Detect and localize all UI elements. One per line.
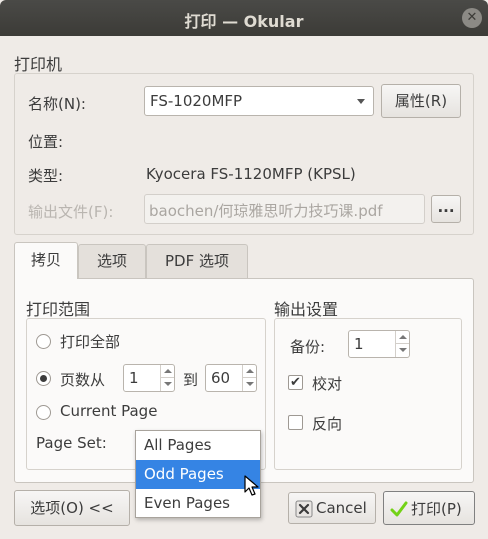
tab-copies[interactable]: 拷贝 (14, 242, 78, 279)
all-pages-radio[interactable] (36, 334, 51, 349)
from-page-value: 1 (129, 369, 139, 387)
reverse-label[interactable]: 反向 (312, 413, 342, 434)
print-range-title: 打印范围 (26, 300, 91, 319)
page-set-option-odd[interactable]: Odd Pages (136, 460, 260, 489)
output-file-field[interactable]: baochen/何琼雅思听力技巧课.pdf (144, 194, 425, 224)
page-set-label: Page Set: (36, 434, 107, 452)
browse-button[interactable]: ... (431, 195, 461, 223)
copies-value: 1 (354, 335, 364, 353)
print-label: 打印(P) (411, 500, 462, 518)
current-page-radio[interactable] (36, 405, 51, 420)
printer-section-title: 打印机 (14, 55, 63, 74)
location-label: 位置: (28, 133, 64, 151)
spin-up-icon[interactable] (242, 365, 256, 378)
copies-spinbox[interactable]: 1 (348, 330, 410, 358)
spin-up-icon[interactable] (160, 365, 174, 378)
cancel-button[interactable]: Cancel (288, 492, 376, 524)
mouse-cursor-icon (244, 475, 259, 496)
window-titlebar[interactable]: 打印 — Okular ✕ (0, 0, 488, 36)
options-toggle-button[interactable]: 选项(O) << (14, 490, 130, 526)
page-set-option-all[interactable]: All Pages (136, 431, 260, 460)
spin-down-icon[interactable] (242, 378, 256, 391)
pages-from-radio[interactable] (36, 371, 51, 386)
printer-name-combo[interactable]: FS-1020MFP (144, 86, 374, 116)
printer-name-value: FS-1020MFP (150, 92, 243, 110)
spin-up-icon[interactable] (395, 331, 409, 344)
collate-checkbox[interactable]: ✔ (288, 375, 303, 390)
print-button[interactable]: 打印(P) (383, 491, 475, 525)
all-pages-label[interactable]: 打印全部 (60, 331, 120, 352)
to-label: 到 (183, 371, 199, 389)
chevron-down-icon (357, 99, 365, 104)
cancel-label: Cancel (316, 499, 367, 517)
output-file-value: baochen/何琼雅思听力技巧课.pdf (149, 202, 383, 220)
properties-button[interactable]: 属性(R) (381, 84, 461, 118)
tab-options[interactable]: 选项 (78, 244, 146, 278)
copies-label: 备份: (290, 338, 326, 356)
window-title: 打印 — Okular (184, 12, 304, 31)
checkmark-icon (390, 501, 408, 517)
close-icon[interactable]: ✕ (462, 8, 482, 28)
page-set-option-even[interactable]: Even Pages (136, 489, 260, 518)
spin-down-icon[interactable] (395, 344, 409, 357)
output-settings-title: 输出设置 (274, 300, 339, 319)
tab-pdf-options[interactable]: PDF 选项 (146, 244, 248, 278)
type-label: 类型: (28, 167, 64, 185)
cancel-icon (295, 500, 313, 518)
current-page-label[interactable]: Current Page (60, 402, 157, 420)
printer-name-label: 名称(N): (28, 95, 86, 113)
output-file-label: 输出文件(F): (28, 203, 114, 221)
page-set-dropdown[interactable]: All Pages Odd Pages Even Pages (135, 430, 261, 518)
pages-from-label[interactable]: 页数从 (60, 369, 105, 390)
spin-down-icon[interactable] (160, 378, 174, 391)
from-page-spinbox[interactable]: 1 (123, 364, 175, 392)
type-value: Kyocera FS-1120MFP (KPSL) (146, 165, 356, 183)
to-page-spinbox[interactable]: 60 (205, 364, 257, 392)
to-page-value: 60 (211, 369, 231, 387)
collate-label[interactable]: 校对 (312, 373, 342, 394)
reverse-checkbox[interactable] (288, 415, 303, 430)
